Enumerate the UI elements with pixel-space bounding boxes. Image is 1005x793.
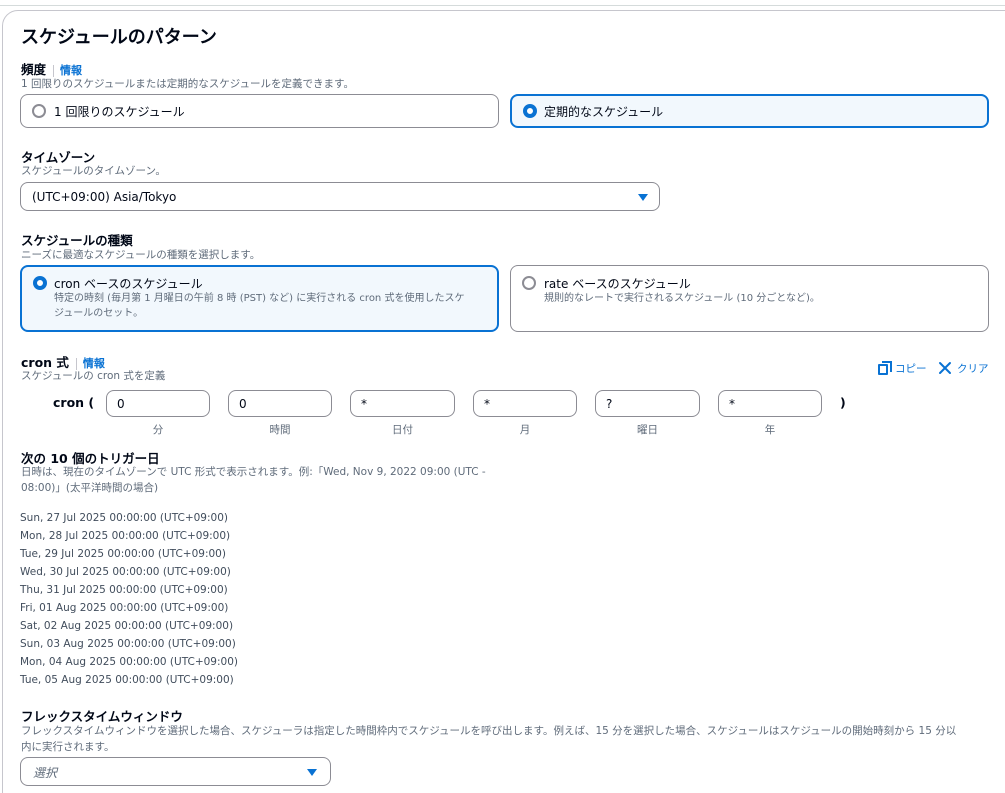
rate-based-schedule-option[interactable]: rate ベースのスケジュール 規則的なレートで実行されるスケジュール (10 …	[510, 265, 989, 332]
trigger-date: Mon, 04 Aug 2025 00:00:00 (UTC+09:00)	[20, 656, 238, 668]
cron-month-value: *	[484, 397, 490, 411]
cron-year-value: *	[729, 397, 735, 411]
caret-down-icon	[307, 769, 317, 776]
trigger-date: Mon, 28 Jul 2025 00:00:00 (UTC+09:00)	[20, 530, 231, 542]
copy-label: コピー	[895, 363, 927, 375]
recurring-label: 定期的なスケジュール	[544, 105, 664, 119]
cron-description: スケジュールの cron 式を定義	[21, 370, 166, 382]
trigger-date: Sat, 02 Aug 2025 00:00:00 (UTC+09:00)	[20, 620, 234, 632]
page-title: スケジュールのパターン	[21, 27, 217, 48]
cron-minutes-input[interactable]: 0	[106, 390, 210, 417]
timezone-select[interactable]: (UTC+09:00) Asia/Tokyo	[20, 182, 660, 211]
cron-day-of-month-input[interactable]: *	[350, 390, 455, 417]
cron-suffix: )	[840, 395, 846, 410]
schedule-type-description: ニーズに最適なスケジュールの種類を選択します。	[21, 249, 261, 261]
cron-based-desc-line2: ジュールのセット。	[54, 308, 144, 319]
trigger-date: Tue, 05 Aug 2025 00:00:00 (UTC+09:00)	[20, 674, 234, 686]
trigger-date: Sun, 27 Jul 2025 00:00:00 (UTC+09:00)	[20, 512, 228, 524]
trigger-date: Thu, 31 Jul 2025 00:00:00 (UTC+09:00)	[20, 584, 228, 596]
cron-minutes-label: 分	[152, 424, 164, 436]
recurring-radio[interactable]	[523, 104, 537, 118]
flex-window-select[interactable]: 選択	[20, 757, 331, 786]
cron-based-schedule-option[interactable]: cron ベースのスケジュール 特定の時刻 (毎月第 1 月曜日の午前 8 時 …	[20, 265, 499, 332]
cron-based-desc-line1: 特定の時刻 (毎月第 1 月曜日の午前 8 時 (PST) など) に実行される…	[54, 293, 465, 304]
cron-based-radio[interactable]	[33, 276, 47, 290]
cron-month-input[interactable]: *	[473, 390, 577, 417]
trigger-date: Fri, 01 Aug 2025 00:00:00 (UTC+09:00)	[20, 602, 229, 614]
cron-day-of-week-value: ?	[606, 397, 613, 411]
cron-minutes-value: 0	[117, 397, 125, 411]
cron-month-label: 月	[519, 424, 531, 436]
flex-window-desc-line1: フレックスタイムウィンドウを選択した場合、スケジューラは指定した時間枠内でスケジ…	[21, 725, 957, 737]
cron-hours-label: 時間	[269, 424, 291, 436]
cron-day-of-week-input[interactable]: ?	[595, 390, 700, 417]
trigger-date: Tue, 29 Jul 2025 00:00:00 (UTC+09:00)	[20, 548, 226, 560]
flex-window-placeholder: 選択	[33, 766, 58, 780]
cron-hours-input[interactable]: 0	[228, 390, 332, 417]
timezone-value: (UTC+09:00) Asia/Tokyo	[32, 190, 177, 204]
cron-day-of-month-value: *	[361, 397, 367, 411]
rate-based-desc: 規則的なレートで実行されるスケジュール (10 分ごとなど)。	[544, 293, 820, 304]
caret-down-icon	[638, 194, 648, 201]
separator	[53, 64, 55, 77]
trigger-date: Wed, 30 Jul 2025 00:00:00 (UTC+09:00)	[20, 566, 231, 578]
cron-year-input[interactable]: *	[718, 390, 822, 417]
cron-day-of-week-label: 曜日	[637, 424, 658, 436]
close-icon	[939, 362, 951, 374]
timezone-description: スケジュールのタイムゾーン。	[21, 165, 166, 177]
cron-based-title: cron ベースのスケジュール	[54, 277, 203, 291]
cron-year-label: 年	[764, 424, 776, 436]
top-divider	[0, 5, 1005, 6]
triggers-desc-line2: 08:00)」(太平洋時間の場合)	[21, 482, 159, 494]
frequency-label-text: 頻度	[21, 62, 47, 77]
rate-based-radio[interactable]	[522, 276, 536, 290]
cron-hours-value: 0	[239, 397, 247, 411]
one-time-schedule-option[interactable]: 1 回限りのスケジュール	[20, 94, 499, 128]
clear-label: クリア	[957, 363, 989, 375]
cron-day-of-month-label: 日付	[392, 424, 413, 436]
copy-icon	[878, 361, 892, 375]
cron-prefix: cron (	[53, 395, 95, 410]
recurring-schedule-option[interactable]: 定期的なスケジュール	[510, 94, 989, 128]
one-time-radio[interactable]	[32, 104, 46, 118]
one-time-label: 1 回限りのスケジュール	[54, 105, 185, 119]
flex-window-desc-line2: 内に実行されます。	[21, 741, 115, 753]
triggers-desc-line1: 日時は、現在のタイムゾーンで UTC 形式で表示されます。例:「Wed, Nov…	[21, 466, 486, 478]
rate-based-title: rate ベースのスケジュール	[544, 277, 691, 291]
frequency-description: 1 回限りのスケジュールまたは定期的なスケジュールを定義できます。	[21, 78, 354, 90]
trigger-date: Sun, 03 Aug 2025 00:00:00 (UTC+09:00)	[20, 638, 236, 650]
